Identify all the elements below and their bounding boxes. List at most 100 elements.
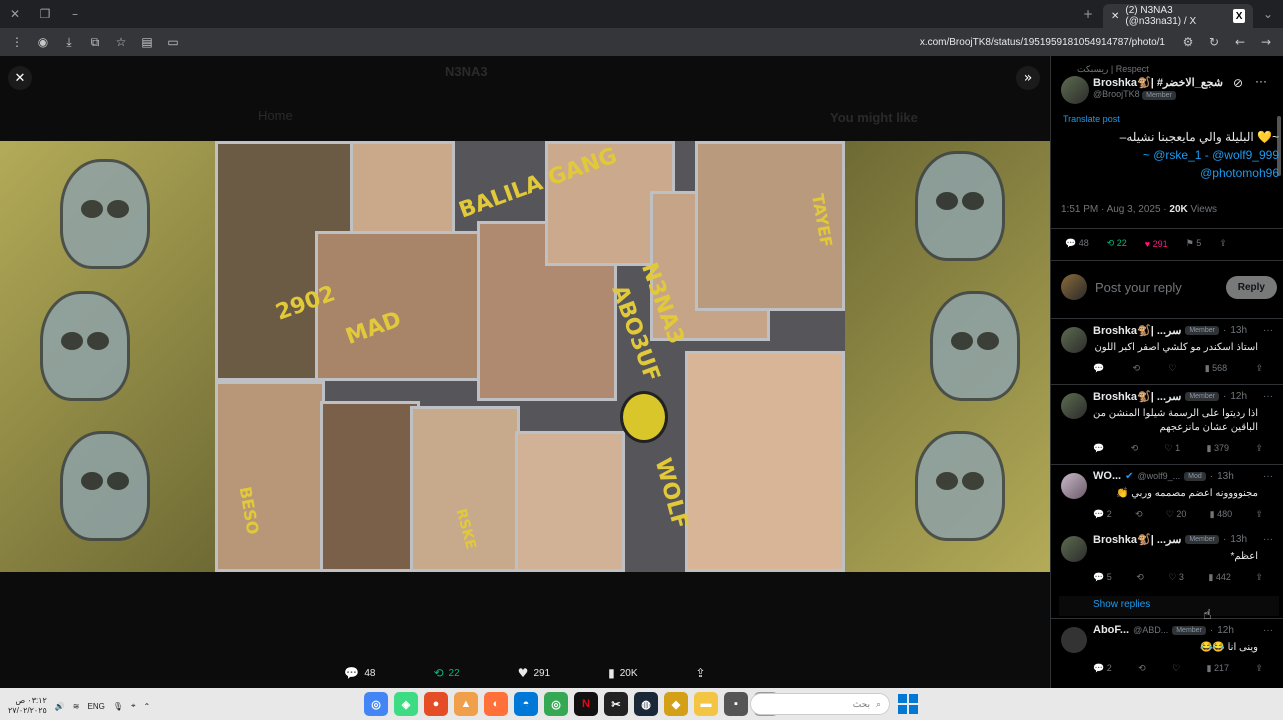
reply-time[interactable]: 13h: [1230, 534, 1247, 545]
bookmark-star-icon[interactable]: ☆: [110, 31, 132, 53]
translate-post-link[interactable]: Translate post: [1063, 114, 1120, 124]
reply-item[interactable]: AboF... @ABD... Member · 12h ··· وينى ان…: [1051, 618, 1283, 688]
volume-icon[interactable]: 🔊: [55, 702, 65, 711]
expand-panel-button[interactable]: »: [1016, 66, 1040, 90]
reply-time[interactable]: 13h: [1217, 471, 1234, 482]
share-icon[interactable]: ⇪: [1255, 443, 1263, 454]
forward-icon[interactable]: →: [1255, 31, 1277, 53]
clock[interactable]: ٠٣:١٢ ص ٢٧/٠٢/٢٠٢٥: [8, 696, 47, 716]
repost-icon[interactable]: ⟲: [1133, 363, 1141, 374]
reply-input[interactable]: Post your reply: [1095, 280, 1182, 295]
reply-item[interactable]: Broshka🐒| ...سر Member · 12h ··· اذا ردي…: [1051, 384, 1283, 464]
more-options-icon[interactable]: ···: [1263, 471, 1273, 482]
share-icon[interactable]: ⇪: [1255, 363, 1263, 374]
avatar[interactable]: [1061, 327, 1087, 353]
reply-action[interactable]: 💬 2: [1093, 663, 1112, 674]
repost-action[interactable]: ⟲ 22: [433, 666, 459, 680]
reply-icon[interactable]: 💬: [1093, 443, 1104, 454]
site-settings-icon[interactable]: ⚙: [1177, 31, 1199, 53]
like-action[interactable]: ♥ 291: [518, 666, 550, 680]
edge-app-icon[interactable]: ◓: [514, 692, 538, 716]
avatar[interactable]: [1061, 536, 1087, 562]
language-indicator[interactable]: ENG: [88, 702, 105, 711]
share-action[interactable]: ⇪: [696, 666, 706, 680]
taskbar-search[interactable]: بحث ⌕: [750, 693, 890, 715]
reply-time[interactable]: 12h: [1217, 625, 1234, 636]
menu-dots-icon[interactable]: ⋮: [6, 31, 28, 53]
heart-icon[interactable]: ♡: [1172, 663, 1180, 674]
reload-icon[interactable]: ↻: [1203, 31, 1225, 53]
like-action[interactable]: ♥ 291: [1145, 239, 1168, 249]
restore-window-icon[interactable]: ❐: [30, 0, 60, 28]
share-icon[interactable]: ⇪: [1219, 238, 1227, 249]
firefox-app-icon[interactable]: ◐: [484, 692, 508, 716]
download-icon[interactable]: ⤓: [58, 31, 80, 53]
netflix-app-icon[interactable]: N: [574, 692, 598, 716]
reply-action[interactable]: 💬 48: [1065, 238, 1089, 249]
tray-chevron-icon[interactable]: ⌃: [144, 702, 151, 711]
back-icon[interactable]: ←: [1229, 31, 1251, 53]
author-display-name[interactable]: Broshka🐒| #شجع_الاخضر: [1093, 76, 1233, 89]
reply-author[interactable]: AboF...: [1093, 624, 1129, 636]
extensions-icon[interactable]: ⧉: [84, 31, 106, 53]
more-options-icon[interactable]: ···: [1263, 534, 1273, 545]
repost-action[interactable]: ⟲ 22: [1107, 238, 1127, 249]
microphone-icon[interactable]: 🎙: [113, 702, 123, 711]
reply-item[interactable]: Broshka🐒| ...سر Member · 13h ··· استاذ ا…: [1051, 318, 1283, 384]
reply-action[interactable]: 💬 48: [344, 666, 375, 680]
repost-icon[interactable]: ⟲: [1136, 572, 1144, 583]
reply-item[interactable]: Broshka🐒| ...سر Member · 13h ··· اعظم* 💬…: [1051, 528, 1283, 594]
post-mentions[interactable]: @photomoh96: [1061, 164, 1279, 182]
game-app-icon[interactable]: ◆: [664, 692, 688, 716]
tab-list-icon[interactable]: ⌄: [1253, 0, 1283, 28]
reply-handle[interactable]: @ABD...: [1133, 625, 1168, 635]
repost-icon[interactable]: ⟲: [1135, 509, 1143, 520]
chrome-app-icon[interactable]: ◎: [364, 692, 388, 716]
reply-action[interactable]: 💬 5: [1093, 572, 1112, 583]
cast-icon[interactable]: ▭: [162, 31, 184, 53]
minimize-window-icon[interactable]: –: [60, 0, 90, 28]
like-action[interactable]: ♡ 20: [1166, 509, 1187, 520]
steam-app-icon[interactable]: ◍: [634, 692, 658, 716]
views-action[interactable]: ▮ 20K: [608, 666, 637, 680]
close-viewer-button[interactable]: ✕: [8, 66, 32, 90]
reply-author[interactable]: Broshka🐒| ...سر: [1093, 390, 1181, 403]
post-timestamp[interactable]: 1:51 PM · Aug 3, 2025 ·: [1061, 204, 1169, 215]
url-field[interactable]: x.com/BroojTK8/status/195195918105491478…: [920, 37, 1173, 48]
wifi-icon[interactable]: ≋: [73, 702, 80, 711]
collections-icon[interactable]: ▤: [136, 31, 158, 53]
record-app-icon[interactable]: ●: [424, 692, 448, 716]
reply-handle[interactable]: @wolf9_...: [1138, 471, 1181, 481]
more-options-icon[interactable]: ···: [1263, 625, 1273, 636]
reply-button[interactable]: Reply: [1225, 275, 1277, 299]
repost-icon[interactable]: ⟲: [1131, 443, 1139, 454]
terminal-app-icon[interactable]: ▪: [724, 692, 748, 716]
tab-close-icon[interactable]: ✕: [1111, 11, 1119, 22]
vlc-app-icon[interactable]: ▲: [454, 692, 478, 716]
share-icon[interactable]: ⇪: [1255, 509, 1263, 520]
like-action[interactable]: ♡ 1: [1165, 443, 1181, 454]
reply-author[interactable]: Broshka🐒| ...سر: [1093, 533, 1181, 546]
chrome-alt-app-icon[interactable]: ◎: [544, 692, 568, 716]
more-options-icon[interactable]: ···: [1263, 391, 1273, 402]
browser-tab[interactable]: ✕ (2) N3NA3 (@n33na31) / X X: [1103, 4, 1253, 28]
avatar[interactable]: [1061, 76, 1089, 104]
reply-time[interactable]: 13h: [1230, 325, 1247, 336]
reply-icon[interactable]: 💬: [1093, 363, 1104, 374]
more-options-icon[interactable]: ···: [1263, 325, 1273, 336]
avatar[interactable]: [1061, 393, 1087, 419]
share-icon[interactable]: ⇪: [1255, 572, 1263, 583]
views-action[interactable]: ▮ 480: [1210, 509, 1232, 520]
show-replies-link[interactable]: Show replies: [1093, 599, 1150, 610]
new-tab-icon[interactable]: +: [1073, 0, 1103, 28]
post-image[interactable]: BALILA GANG 2902 MAD ABO3UF N3NA3 WOLF T…: [0, 141, 1050, 572]
close-window-icon[interactable]: ✕: [0, 0, 30, 28]
like-action[interactable]: ♡ 3: [1168, 572, 1184, 583]
reply-action[interactable]: 💬 2: [1093, 509, 1112, 520]
profile-icon[interactable]: ◉: [32, 31, 54, 53]
capcut-app-icon[interactable]: ✂: [604, 692, 628, 716]
location-icon[interactable]: ⌖: [131, 701, 136, 711]
android-app-icon[interactable]: ◈: [394, 692, 418, 716]
avatar[interactable]: [1061, 627, 1087, 653]
repost-icon[interactable]: ⟲: [1138, 663, 1146, 674]
